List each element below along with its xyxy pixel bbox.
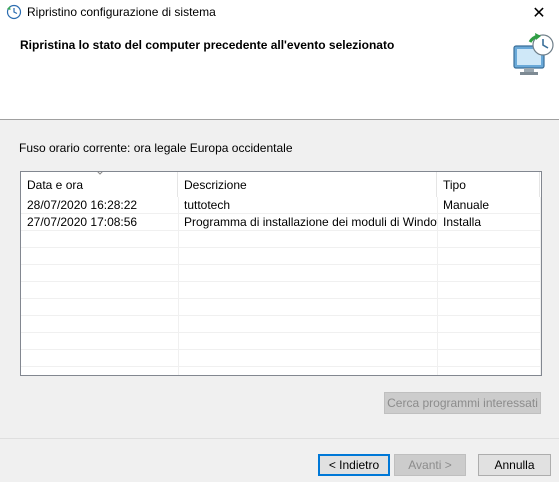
list-header: Data e ora Descrizione Tipo	[21, 172, 541, 197]
cell-description: tuttotech	[184, 198, 231, 212]
cell-description: Programma di installazione dei moduli di…	[184, 215, 437, 229]
column-header-date[interactable]: Data e ora	[21, 172, 178, 197]
column-header-description[interactable]: Descrizione	[178, 172, 437, 197]
next-button[interactable]: Avanti >	[394, 454, 466, 476]
cell-date: 28/07/2020 16:28:22	[27, 198, 138, 212]
empty-row	[21, 299, 541, 316]
close-button[interactable]: ✕	[519, 0, 559, 26]
cell-type: Installa	[443, 215, 482, 229]
system-restore-icon	[513, 33, 554, 75]
cell-date: 27/07/2020 17:08:56	[27, 215, 138, 229]
column-header-type-label: Tipo	[443, 178, 466, 192]
column-header-type[interactable]: Tipo	[437, 172, 540, 197]
empty-row	[21, 282, 541, 299]
empty-row	[21, 248, 541, 265]
footer-divider	[0, 438, 559, 439]
empty-row	[21, 231, 541, 248]
timezone-label: Fuso orario corrente: ora legale Europa …	[19, 141, 293, 155]
cell-type: Manuale	[443, 198, 490, 212]
column-header-description-label: Descrizione	[184, 178, 247, 192]
wizard-header: Ripristina lo stato del computer precede…	[0, 26, 559, 120]
window-title: Ripristino configurazione di sistema	[27, 5, 216, 19]
cancel-button[interactable]: Annulla	[478, 454, 551, 476]
system-restore-window: Ripristino configurazione di sistema ✕ R…	[0, 0, 559, 482]
column-header-date-label: Data e ora	[27, 178, 84, 192]
close-icon: ✕	[532, 5, 546, 22]
restore-points-list[interactable]: Data e ora Descrizione Tipo 28/07/2020 1…	[20, 171, 542, 376]
sort-chevron-down-icon	[97, 172, 103, 175]
back-button[interactable]: < Indietro	[318, 454, 390, 476]
system-restore-app-icon	[6, 4, 22, 20]
page-heading: Ripristina lo stato del computer precede…	[20, 38, 395, 52]
title-bar[interactable]: Ripristino configurazione di sistema ✕	[0, 0, 559, 26]
empty-row	[21, 316, 541, 333]
table-row[interactable]: 28/07/2020 16:28:22 tuttotech Manuale	[21, 197, 541, 214]
scan-affected-programs-button[interactable]: Cerca programmi interessati	[384, 392, 541, 414]
table-row[interactable]: 27/07/2020 17:08:56 Programma di install…	[21, 214, 541, 231]
empty-row	[21, 333, 541, 350]
empty-row	[21, 265, 541, 282]
empty-row	[21, 350, 541, 367]
